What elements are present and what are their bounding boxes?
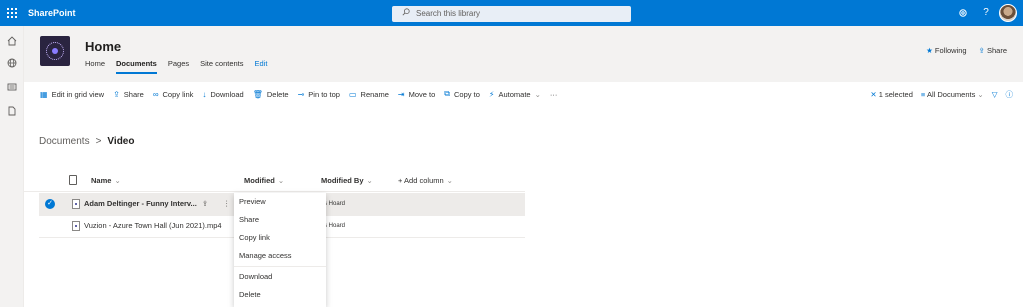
settings-icon[interactable] [954,0,972,26]
file-name[interactable]: Adam Deltinger - Funny Interv... [84,193,197,215]
share-button[interactable]: ⇪ Share [113,90,144,99]
nav-documents[interactable]: Documents [116,59,157,74]
share-site-button[interactable]: ⇪ Share [979,46,1007,55]
share-icon[interactable]: ⇪ [202,193,208,215]
more-actions-icon[interactable]: ⋮ [223,193,231,215]
view-switcher[interactable]: ≡ All Documents ⌄ [921,90,984,99]
following-button[interactable]: ★ Following [926,46,967,55]
video-file-icon [72,221,80,231]
video-file-icon [72,199,80,209]
file-type-icon[interactable] [69,175,77,185]
help-icon[interactable]: ? [977,0,995,26]
pin-icon: ⊸ [297,89,305,99]
news-icon[interactable] [6,82,18,94]
nav-site-contents[interactable]: Site contents [200,59,243,74]
search-icon [402,6,410,22]
list-header: Name ⌄ Modified ⌄ Modified By ⌄ + Add colum… [24,170,525,192]
move-to-button[interactable]: ⇥ Move to [398,90,435,99]
chevron-down-icon: ⌄ [977,89,984,99]
column-modified-by[interactable]: Modified By ⌄ [321,170,373,192]
nav-home[interactable]: Home [85,59,105,74]
chevron-down-icon: ⌄ [366,176,373,185]
delete-button[interactable]: 🗑 Delete [253,90,289,99]
delete-icon: 🗑 [252,89,263,99]
breadcrumb-root[interactable]: Documents [39,136,90,147]
download-button[interactable]: ↓ Download [202,90,243,99]
add-column-button[interactable]: + Add column ⌄ [398,170,453,192]
globe-icon[interactable] [6,58,18,70]
view-list-icon: ≡ [920,89,926,99]
share-icon: ⇪ [113,89,120,99]
column-modified[interactable]: Modified ⌄ [244,170,284,192]
home-icon[interactable] [6,36,18,48]
more-commands-button[interactable]: ··· [550,90,558,99]
site-nav: Home Documents Pages Site contents Edit [85,59,267,74]
site-title[interactable]: Home [85,39,121,54]
copy-link-button[interactable]: ∞ Copy link [153,90,194,99]
breadcrumb-separator: > [95,136,102,147]
app-name[interactable]: SharePoint [28,0,76,26]
breadcrumb-current[interactable]: Video [107,136,134,147]
edit-grid-button[interactable]: ▦ Edit in grid view [40,90,104,99]
context-menu: Preview Share Copy link Manage access Do… [234,193,326,307]
file-name[interactable]: Vuzion - Azure Town Hall (Jun 2021).mp4 [84,215,222,237]
chevron-down-icon: ⌄ [114,176,121,185]
link-icon: ∞ [152,89,159,99]
checkmark-icon[interactable]: ✓ [45,199,55,209]
move-icon: ⇥ [397,89,405,99]
nav-pages[interactable]: Pages [168,59,189,74]
menu-item-delete[interactable]: Delete [234,286,326,304]
share-icon: ⇪ [978,46,985,55]
menu-item-manage-access[interactable]: Manage access [234,247,326,265]
close-icon: ✕ [870,89,877,99]
column-name[interactable]: Name ⌄ [91,170,121,192]
chevron-down-icon: ⌄ [534,89,541,99]
chevron-down-icon: ⌄ [446,176,453,185]
star-icon: ★ [926,46,933,55]
search-input[interactable]: Search this library [392,6,631,22]
copy-to-button[interactable]: ⧉ Copy to [444,89,480,99]
menu-item-share[interactable]: Share [234,211,326,229]
clear-selection-button[interactable]: ✕ 1 selected [870,90,913,99]
avatar[interactable] [999,4,1017,22]
chevron-down-icon: ⌄ [277,176,285,185]
waffle-icon[interactable] [0,0,24,26]
command-bar: ▦ Edit in grid view ⇪ Share ∞ Copy link ↓ Do… [24,84,1023,104]
rename-button[interactable]: ▭ Rename [349,90,389,99]
rename-icon: ▭ [348,89,357,99]
left-rail [0,26,24,307]
pin-to-top-button[interactable]: ⊸ Pin to top [298,90,340,99]
menu-divider [234,266,326,267]
header-actions: ★ Following ⇪ Share [926,46,1007,55]
automate-icon: ⚡ [488,89,495,99]
copy-icon: ⧉ [444,89,451,98]
suite-bar: SharePoint Search this library ? [0,0,1023,26]
filter-icon[interactable]: ▽ [992,90,998,99]
search-placeholder: Search this library [416,9,481,18]
menu-item-preview[interactable]: Preview [234,193,326,211]
document-icon[interactable] [6,106,18,118]
download-icon: ↓ [202,89,207,99]
info-icon[interactable]: ⓘ [1006,89,1014,100]
menu-item-download[interactable]: Download [234,268,326,286]
breadcrumb: Documents > Video [39,136,134,147]
nav-edit[interactable]: Edit [255,59,268,74]
grid-icon: ▦ [40,89,48,99]
site-logo[interactable] [40,36,70,66]
menu-item-copy-link[interactable]: Copy link [234,229,326,247]
automate-button[interactable]: ⚡ Automate ⌄ [489,90,541,99]
site-header: Home Home Documents Pages Site contents … [24,26,1023,82]
command-bar-right: ✕ 1 selected ≡ All Documents ⌄ ▽ ⓘ [870,84,1013,104]
